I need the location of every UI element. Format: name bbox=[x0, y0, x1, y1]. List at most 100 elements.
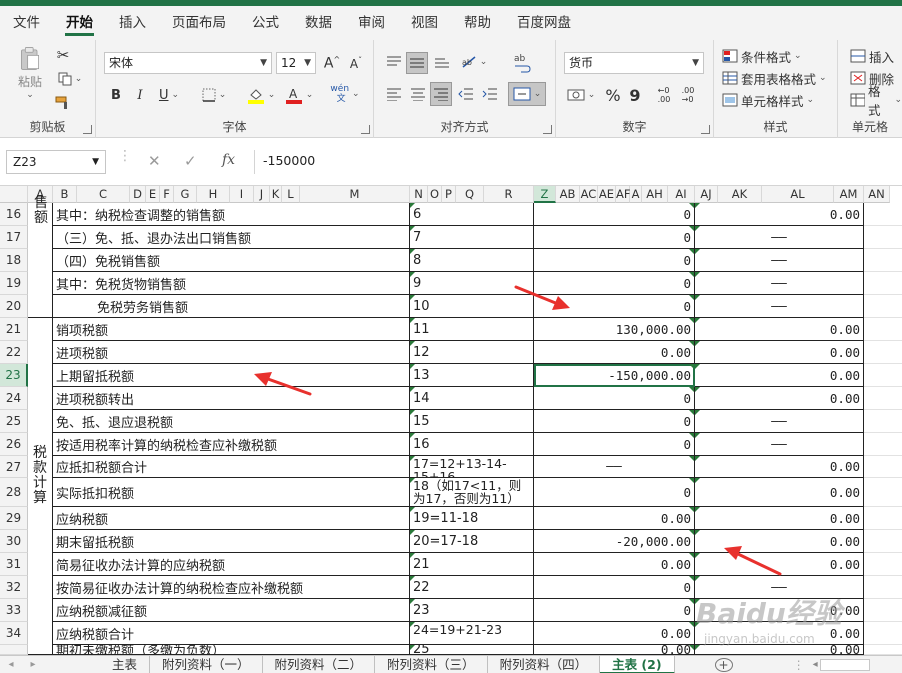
empty-cell[interactable] bbox=[864, 456, 902, 478]
empty-cell[interactable] bbox=[864, 576, 902, 599]
menu-tab[interactable]: 百度网盘 bbox=[504, 6, 584, 40]
cumulative-cell[interactable]: —— bbox=[695, 249, 864, 272]
column-header[interactable]: AF bbox=[616, 186, 630, 203]
cumulative-cell[interactable]: —— bbox=[695, 272, 864, 295]
new-sheet-icon[interactable]: + bbox=[714, 657, 733, 672]
value-cell[interactable]: 0 bbox=[534, 387, 695, 410]
active-value-cell[interactable]: -150,000.00 bbox=[534, 364, 695, 387]
row-header[interactable]: 16 bbox=[0, 203, 28, 226]
orientation-button[interactable]: ab ⌄ bbox=[458, 52, 490, 72]
menu-tab[interactable]: 页面布局 bbox=[159, 6, 239, 40]
column-header[interactable]: C bbox=[77, 186, 130, 203]
row-header[interactable]: 21 bbox=[0, 318, 28, 341]
align-right-button[interactable] bbox=[430, 82, 452, 106]
empty-cell[interactable] bbox=[864, 645, 902, 655]
row-label-cell[interactable]: 进项税额 bbox=[53, 341, 410, 364]
cumulative-cell[interactable]: 0.00 bbox=[695, 456, 864, 478]
row-label-cell[interactable]: （三）免、抵、退办法出口销售额 bbox=[53, 226, 410, 249]
line-number-cell[interactable]: 17=12+13-14-15+16 bbox=[410, 456, 534, 478]
column-header[interactable]: AL bbox=[762, 186, 834, 203]
row-label-cell[interactable]: 按简易征收办法计算的纳税检查应补缴税额 bbox=[53, 576, 410, 599]
decrease-font-button[interactable]: Aˇ bbox=[346, 52, 366, 74]
row-label-cell[interactable]: 应纳税额减征额 bbox=[53, 599, 410, 622]
bold-button[interactable]: B bbox=[108, 84, 124, 106]
column-header[interactable]: I bbox=[230, 186, 254, 203]
align-top-button[interactable] bbox=[384, 52, 404, 72]
line-number-cell[interactable]: 11 bbox=[410, 318, 534, 341]
font-color-button[interactable]: A ⌄ bbox=[282, 84, 316, 106]
format-as-table-button[interactable]: 套用表格格式 ⌄ bbox=[722, 68, 827, 88]
empty-cell[interactable] bbox=[864, 433, 902, 456]
value-cell[interactable]: 0 bbox=[534, 433, 695, 456]
line-number-cell[interactable]: 12 bbox=[410, 341, 534, 364]
line-number-cell[interactable]: 25 bbox=[410, 645, 534, 655]
increase-decimal-button[interactable]: ←0.00 bbox=[654, 84, 674, 106]
cumulative-cell[interactable]: 0.00 bbox=[695, 203, 864, 226]
line-number-cell[interactable]: 8 bbox=[410, 249, 534, 272]
value-cell[interactable]: 0.00 bbox=[534, 553, 695, 576]
menu-tab[interactable]: 数据 bbox=[292, 6, 345, 40]
align-left-button[interactable] bbox=[384, 84, 404, 104]
value-cell[interactable]: 0 bbox=[534, 249, 695, 272]
empty-cell[interactable] bbox=[864, 599, 902, 622]
sheet-tab[interactable]: 附列资料（一） bbox=[150, 655, 263, 673]
column-header[interactable]: E bbox=[146, 186, 160, 203]
empty-cell[interactable] bbox=[864, 622, 902, 645]
empty-cell[interactable] bbox=[864, 530, 902, 553]
font-launcher[interactable] bbox=[361, 125, 370, 134]
menu-tab[interactable]: 开始 bbox=[53, 6, 106, 40]
cumulative-cell[interactable]: 0.00 bbox=[695, 387, 864, 410]
column-header[interactable]: G bbox=[174, 186, 197, 203]
decrease-decimal-button[interactable]: .00 →0 bbox=[678, 84, 698, 106]
value-cell[interactable]: 0 bbox=[534, 576, 695, 599]
line-number-cell[interactable]: 6 bbox=[410, 203, 534, 226]
accounting-format-button[interactable]: ⌄ bbox=[564, 84, 598, 106]
increase-indent-button[interactable] bbox=[480, 84, 500, 104]
empty-cell[interactable] bbox=[864, 364, 902, 387]
value-cell[interactable]: 0.00 bbox=[534, 645, 695, 655]
underline-button[interactable]: U ⌄ bbox=[154, 84, 184, 106]
row-header[interactable]: 34 bbox=[0, 622, 28, 645]
cumulative-cell[interactable]: 0.00 bbox=[695, 341, 864, 364]
sheet-tab[interactable]: 主表 bbox=[100, 655, 151, 673]
percent-style-button[interactable]: % bbox=[604, 84, 622, 106]
align-center-button[interactable] bbox=[408, 84, 428, 104]
row-label-cell[interactable]: 销项税额 bbox=[53, 318, 410, 341]
column-header[interactable]: P bbox=[442, 186, 456, 203]
column-header[interactable]: L bbox=[282, 186, 300, 203]
sheet-tab[interactable]: 附列资料（三） bbox=[375, 655, 488, 673]
hscroll-left-icon[interactable]: ◂ bbox=[813, 659, 818, 670]
value-cell[interactable]: 0.00 bbox=[534, 341, 695, 364]
row-label-cell[interactable]: 期末留抵税额 bbox=[53, 530, 410, 553]
row-label-cell[interactable]: 实际抵扣税额 bbox=[53, 478, 410, 507]
comma-style-button[interactable]: 9 bbox=[626, 84, 644, 106]
empty-cell[interactable] bbox=[864, 318, 902, 341]
copy-button[interactable]: ⌄ bbox=[54, 70, 86, 88]
horizontal-scrollbar[interactable] bbox=[819, 658, 870, 671]
column-header[interactable]: A bbox=[630, 186, 642, 203]
decrease-indent-button[interactable] bbox=[456, 84, 476, 104]
cancel-icon[interactable]: ✕ bbox=[148, 152, 161, 170]
line-number-cell[interactable]: 19=11-18 bbox=[410, 507, 534, 530]
row-header[interactable]: 23 bbox=[0, 364, 28, 387]
fill-color-button[interactable]: ⌄ bbox=[244, 84, 278, 106]
borders-button[interactable]: ⌄ bbox=[198, 84, 230, 106]
row-header[interactable]: 32 bbox=[0, 576, 28, 599]
value-cell[interactable]: —— bbox=[534, 456, 695, 478]
row-header[interactable]: 18 bbox=[0, 249, 28, 272]
row-header[interactable]: 20 bbox=[0, 295, 28, 318]
empty-cell[interactable] bbox=[864, 478, 902, 507]
row-label-cell[interactable]: 简易征收办法计算的应纳税额 bbox=[53, 553, 410, 576]
row-label-cell[interactable]: 免、抵、退应退税额 bbox=[53, 410, 410, 433]
enter-icon[interactable]: ✓ bbox=[184, 152, 197, 170]
column-header[interactable]: H bbox=[197, 186, 230, 203]
column-header[interactable]: AI bbox=[668, 186, 695, 203]
column-header[interactable]: D bbox=[130, 186, 146, 203]
menu-tab[interactable]: 插入 bbox=[106, 6, 159, 40]
line-number-cell[interactable]: 20=17-18 bbox=[410, 530, 534, 553]
column-header[interactable]: R bbox=[484, 186, 534, 203]
column-header[interactable]: F bbox=[160, 186, 174, 203]
column-header[interactable]: Q bbox=[456, 186, 484, 203]
column-header[interactable]: M bbox=[300, 186, 410, 203]
column-header[interactable]: AN bbox=[864, 186, 890, 203]
